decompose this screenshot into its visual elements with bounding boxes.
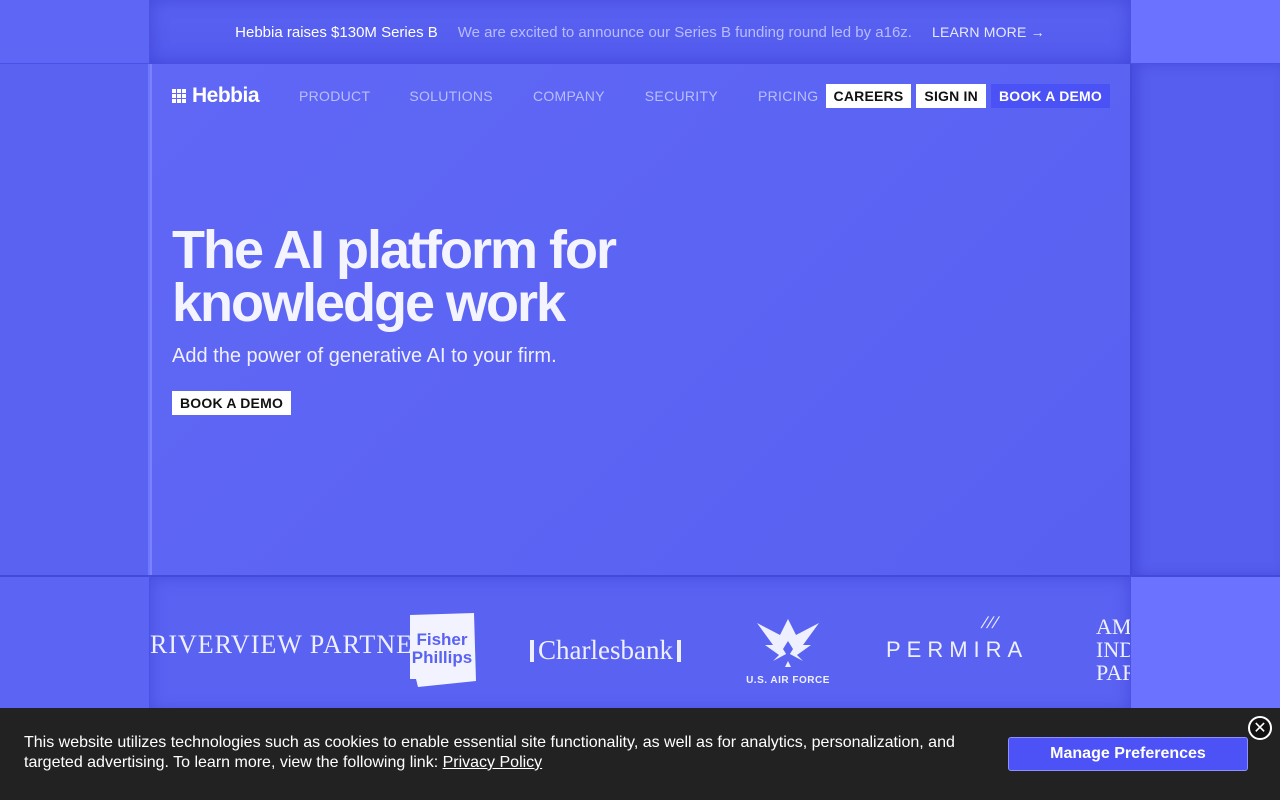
nav-link-company[interactable]: COMPANY [533,88,605,104]
background-tile [0,575,150,710]
air-force-wings-icon [757,619,819,667]
ami-text: AMI [1096,614,1130,639]
riverview-partners-logo: RIVERVIEW PARTNERS [150,625,447,665]
phillips-text: Phillips [412,648,472,667]
customer-logos-strip: RIVERVIEW PARTNERS Fisher Phillips Charl… [150,575,1130,712]
hebbia-logo[interactable]: Hebbia [172,84,260,108]
hero-subhead: Add the power of generative AI to your f… [172,345,557,367]
background-tile [0,0,150,64]
fisher-text: Fisher [416,630,467,649]
book-demo-hero-button[interactable]: BOOK A DEMO [172,391,292,415]
charlesbank-text: Charlesbank [538,635,673,665]
air-force-text: U.S. AIR FORCE [746,675,830,686]
manage-preferences-button[interactable]: Manage Preferences [1008,737,1248,771]
nav-link-security[interactable]: SECURITY [645,88,718,104]
nav-link-product[interactable]: PRODUCT [299,88,370,104]
announcement-banner: Hebbia raises $130M Series B We are exci… [150,0,1130,66]
ind-text: IND [1096,637,1130,662]
logo-divider [530,640,534,662]
top-nav: Hebbia PRODUCT SOLUTIONS COMPANY SECURIT… [172,82,1110,110]
background-tile [1130,64,1280,575]
nav-link-pricing[interactable]: PRICING [758,88,818,104]
riverview-text: RIVERVIEW PARTNERS [150,630,447,659]
hero-section: Hebbia PRODUCT SOLUTIONS COMPANY SECURIT… [150,64,1130,575]
banner-text: We are excited to announce our Series B … [457,23,912,41]
nav-actions: CAREERS SIGN IN BOOK A DEMO [825,84,1110,108]
fisher-phillips-logo: Fisher Phillips [408,613,476,687]
cookie-text: This website utilizes technologies such … [24,733,984,773]
nav-link-solutions[interactable]: SOLUTIONS [409,88,493,104]
us-air-force-logo: U.S. AIR FORCE [740,615,836,686]
par-text: PAR [1096,660,1130,685]
logo-text: Hebbia [192,84,260,107]
cookie-banner: This website utilizes technologies such … [0,708,1280,800]
learn-more-link[interactable]: LEARN MORE → [932,24,1045,40]
sign-in-button[interactable]: SIGN IN [916,84,986,108]
book-demo-nav-button[interactable]: BOOK A DEMO [990,84,1110,108]
background-tile [1130,575,1280,710]
close-icon[interactable]: ✕ [1248,716,1272,740]
charlesbank-logo: Charlesbank [526,635,685,666]
hero-headline: The AI platform for knowledge work [172,220,617,333]
fisher-phillips-badge-icon: Fisher Phillips [410,613,476,687]
permira-logo: /// PERMIRA [886,615,1029,663]
american-industrial-partners-logo: AMI IND PAR [1096,615,1130,684]
banner-title: Hebbia raises $130M Series B [235,23,438,41]
careers-button[interactable]: CAREERS [825,84,912,108]
background-tile [1130,0,1280,64]
nav-links: PRODUCT SOLUTIONS COMPANY SECURITY PRICI… [299,88,818,104]
permira-mark-icon: /// [979,615,1002,632]
background-tile [0,64,150,575]
privacy-policy-link[interactable]: Privacy Policy [443,754,543,771]
logo-divider [676,640,681,662]
grid-logo-icon [172,89,186,103]
permira-text: PERMIRA [886,637,1029,662]
